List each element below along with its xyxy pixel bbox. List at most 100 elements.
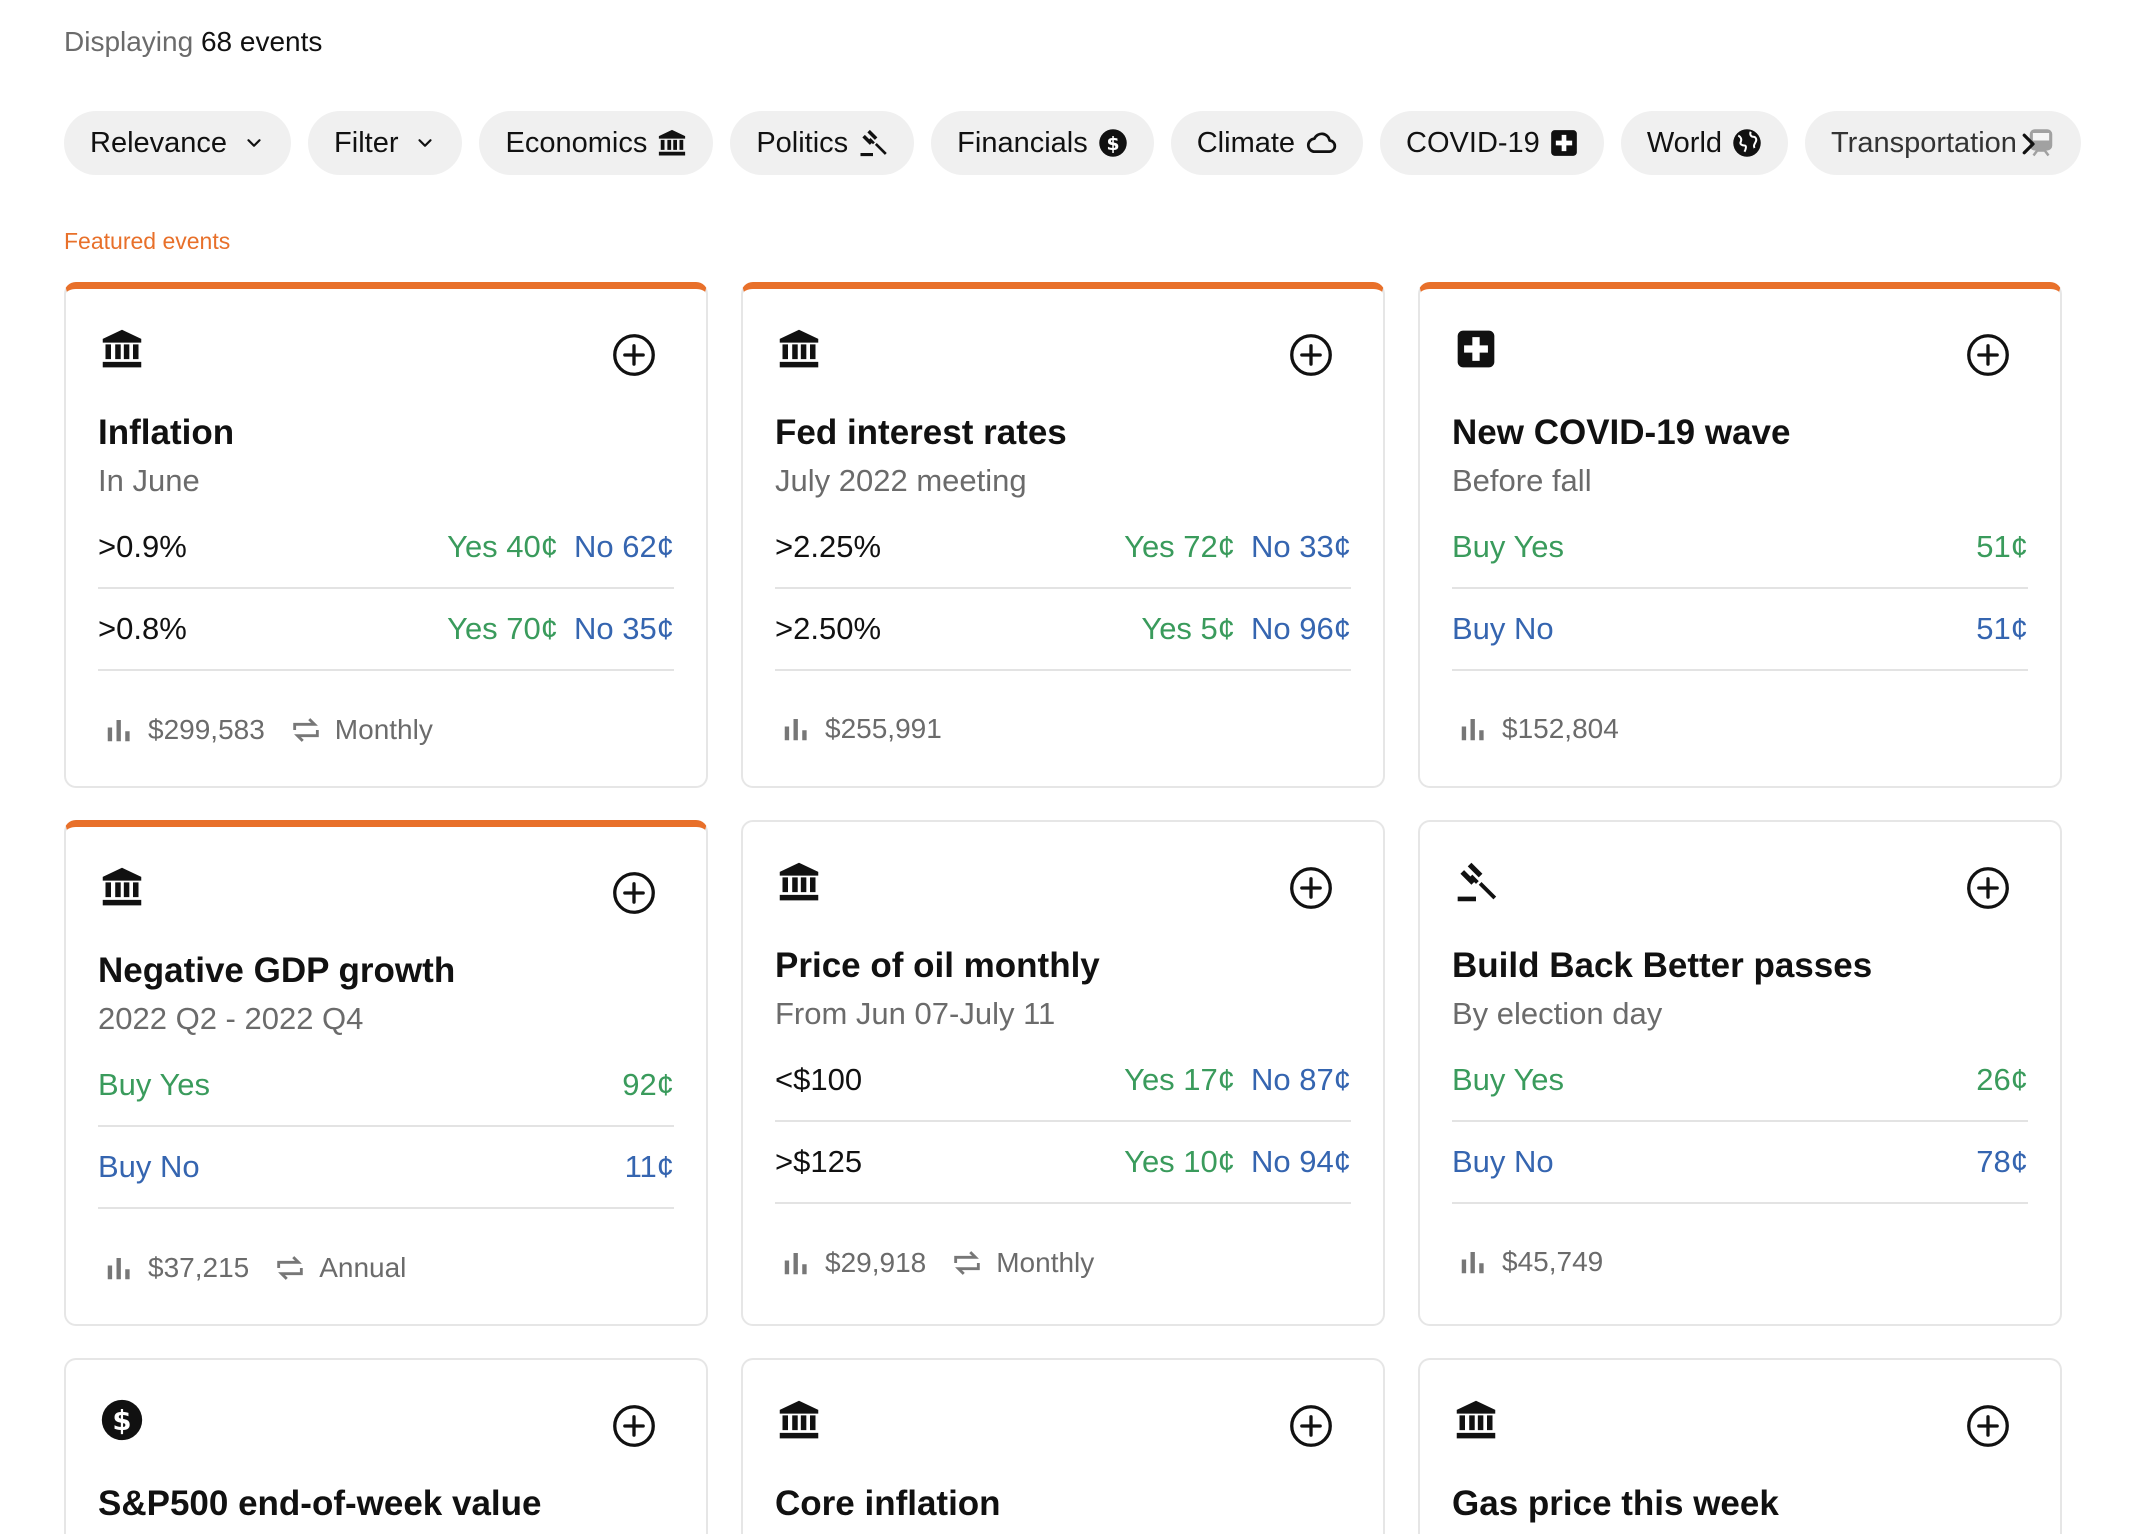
cloud-icon	[1307, 132, 1337, 153]
buy-yes-button[interactable]: Buy Yes	[1452, 1062, 1564, 1098]
market-row: >2.25% Yes 72¢ No 33¢	[775, 507, 1351, 589]
add-to-watchlist-button[interactable]	[612, 333, 656, 377]
sort-relevance-dropdown[interactable]: Relevance	[64, 111, 292, 175]
event-card-sp500[interactable]: $ S&P500 end-of-week value	[64, 1358, 708, 1534]
no-price-button[interactable]: No 62¢	[574, 529, 674, 565]
no-price: 51¢	[1976, 611, 2028, 646]
no-price-button[interactable]: No 94¢	[1251, 1144, 1351, 1180]
card-subtitle: Before fall	[1452, 463, 1592, 498]
chip-politics[interactable]: Politics	[730, 111, 915, 175]
buy-yes-row[interactable]: Buy Yes 26¢	[1452, 1040, 2028, 1122]
market-label: >2.50%	[775, 611, 882, 646]
market-row: <$100 Yes 17¢ No 87¢	[775, 1040, 1351, 1122]
market-list: Buy Yes 51¢ Buy No 51¢	[1452, 507, 2028, 671]
event-card-fed-interest-rates[interactable]: Fed interest rates July 2022 meeting >2.…	[741, 282, 1385, 788]
filter-dropdown[interactable]: Filter	[308, 111, 463, 175]
buy-no-button[interactable]: Buy No	[98, 1149, 200, 1185]
market-list: Buy Yes 26¢ Buy No 78¢	[1452, 1040, 2028, 1204]
chip-label: Climate	[1196, 126, 1296, 159]
no-price: 11¢	[624, 1149, 674, 1184]
buy-no-row[interactable]: Buy No 11¢	[98, 1127, 674, 1209]
event-card-inflation[interactable]: Inflation In June >0.9% Yes 40¢ No 62¢ >0…	[64, 282, 708, 788]
event-card-oil-price[interactable]: Price of oil monthly From Jun 07-July 11…	[741, 820, 1385, 1326]
event-card-build-back-better[interactable]: Build Back Better passes By election day…	[1418, 820, 2062, 1326]
add-to-watchlist-button[interactable]	[1289, 1404, 1333, 1448]
card-footer: $29,918 Monthly	[781, 1246, 1094, 1280]
market-list: >2.25% Yes 72¢ No 33¢ >2.50% Yes 5¢ No 96¢	[775, 507, 1351, 671]
bank-icon	[102, 329, 142, 368]
volume-value: $152,804	[1502, 713, 1619, 744]
card-subtitle: From Jun 07-July 11	[775, 996, 1056, 1031]
no-price-button[interactable]: No 33¢	[1251, 529, 1351, 565]
chip-label: Financials	[957, 126, 1088, 159]
event-card-negative-gdp[interactable]: Negative GDP growth 2022 Q2 - 2022 Q4 Bu…	[64, 820, 708, 1326]
chip-economics[interactable]: Economics	[479, 111, 714, 175]
add-to-watchlist-button[interactable]	[612, 871, 656, 915]
event-card-core-inflation[interactable]: Core inflation	[741, 1358, 1385, 1534]
volume-value: $29,918	[825, 1247, 927, 1278]
globe-icon	[1733, 129, 1761, 157]
card-subtitle: In June	[98, 463, 200, 498]
buy-yes-button[interactable]: Buy Yes	[1452, 529, 1564, 565]
yes-price-button[interactable]: Yes 10¢	[1124, 1144, 1235, 1180]
scroll-right-button[interactable]	[2008, 124, 2048, 164]
yes-price-button[interactable]: Yes 17¢	[1124, 1062, 1235, 1098]
bank-icon	[1456, 1400, 1496, 1439]
svg-text:$: $	[112, 1405, 131, 1437]
buy-no-button[interactable]: Buy No	[1452, 1144, 1554, 1180]
add-to-watchlist-button[interactable]	[1966, 333, 2010, 377]
chip-label: Politics	[756, 126, 849, 159]
chip-label: Economics	[505, 126, 648, 159]
yes-price: 92¢	[622, 1067, 674, 1102]
chip-covid[interactable]: COVID-19	[1380, 111, 1604, 175]
buy-no-row[interactable]: Buy No 51¢	[1452, 589, 2028, 671]
add-to-watchlist-button[interactable]	[612, 1404, 656, 1448]
buy-no-row[interactable]: Buy No 78¢	[1452, 1122, 2028, 1204]
chip-world[interactable]: World	[1620, 111, 1789, 175]
market-list: <$100 Yes 17¢ No 87¢ >$125 Yes 10¢ No 94¢	[775, 1040, 1351, 1204]
featured-events-label: Featured events	[64, 228, 231, 254]
no-price-button[interactable]: No 96¢	[1251, 611, 1351, 647]
no-price-button[interactable]: No 87¢	[1251, 1062, 1351, 1098]
buy-no-button[interactable]: Buy No	[1452, 611, 1554, 647]
yes-price-button[interactable]: Yes 72¢	[1124, 529, 1235, 565]
event-card-gas-price[interactable]: Gas price this week	[1418, 1358, 2062, 1534]
yes-price-button[interactable]: Yes 70¢	[447, 611, 558, 647]
chip-financials[interactable]: Financials $	[931, 111, 1154, 175]
add-to-watchlist-button[interactable]	[1289, 866, 1333, 910]
chevron-right-icon	[2022, 133, 2035, 155]
chip-climate[interactable]: Climate	[1170, 111, 1364, 175]
add-to-watchlist-button[interactable]	[1966, 1404, 2010, 1448]
card-title: Build Back Better passes	[1452, 946, 1873, 985]
market-list: Buy Yes 92¢ Buy No 11¢	[98, 1045, 674, 1209]
add-to-watchlist-button[interactable]	[1289, 333, 1333, 377]
chevron-down-icon	[418, 139, 433, 147]
market-label: >0.8%	[98, 611, 187, 646]
add-to-watchlist-button[interactable]	[1966, 866, 2010, 910]
card-title: Inflation	[98, 413, 235, 452]
card-title: Fed interest rates	[775, 413, 1067, 452]
volume-bars-icon	[107, 1258, 130, 1280]
card-title: Negative GDP growth	[98, 951, 456, 990]
market-list: >0.9% Yes 40¢ No 62¢ >0.8% Yes 70¢ No 35¢	[98, 507, 674, 671]
events-count-prefix: Displaying	[64, 26, 194, 57]
market-label: <$100	[775, 1062, 863, 1097]
yes-price-button[interactable]: Yes 5¢	[1141, 611, 1235, 647]
no-price-button[interactable]: No 35¢	[574, 611, 674, 647]
volume-bars-icon	[107, 720, 130, 742]
category-chips: Relevance Filter Economics Politics Fina…	[64, 110, 2098, 176]
yes-price-button[interactable]: Yes 40¢	[447, 529, 558, 565]
frequency-label: Annual	[319, 1252, 407, 1283]
svg-text:$: $	[1106, 134, 1119, 155]
buy-yes-button[interactable]: Buy Yes	[98, 1067, 210, 1103]
chip-label: World	[1646, 126, 1723, 159]
buy-yes-row[interactable]: Buy Yes 92¢	[98, 1045, 674, 1127]
dollar-icon: $	[1098, 129, 1127, 157]
repeat-icon	[954, 1251, 980, 1275]
yes-price: 26¢	[1976, 1062, 2028, 1097]
bank-icon	[779, 862, 819, 901]
event-card-covid-wave[interactable]: New COVID-19 wave Before fall Buy Yes 51…	[1418, 282, 2062, 788]
chevron-down-icon	[247, 139, 261, 147]
volume-bars-icon	[1461, 1252, 1484, 1274]
buy-yes-row[interactable]: Buy Yes 51¢	[1452, 507, 2028, 589]
